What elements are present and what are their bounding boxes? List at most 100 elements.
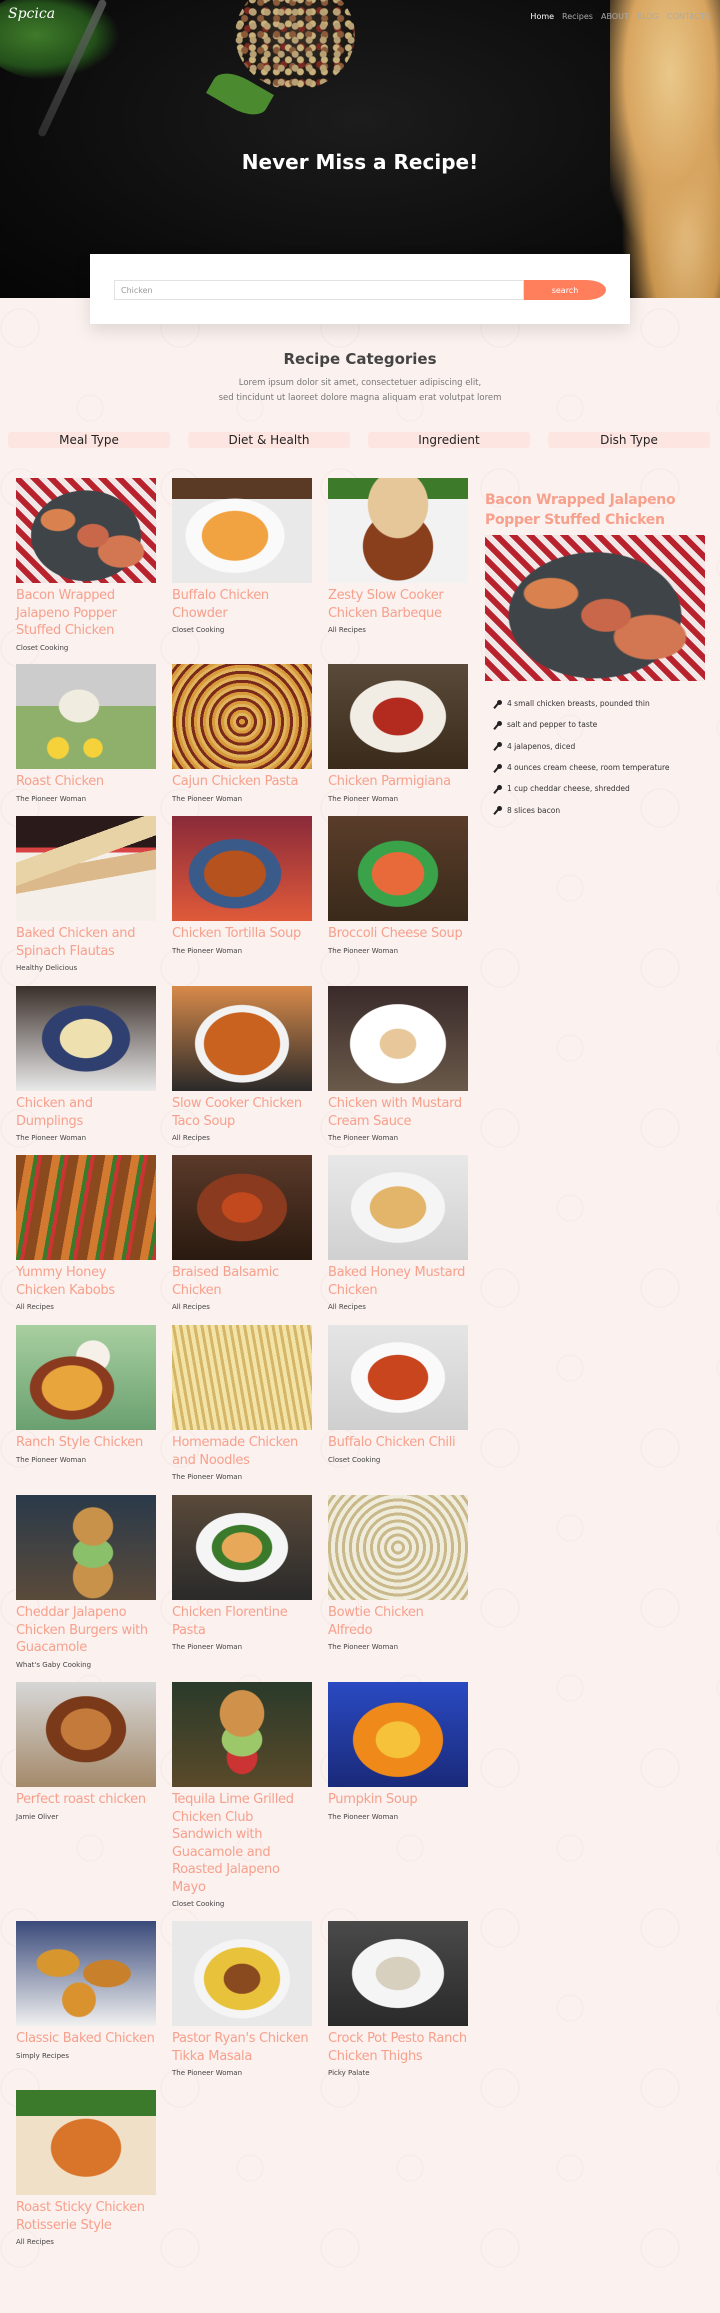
recipe-card[interactable]: Yummy Honey Chicken Kabobs All Recipes [16,1155,156,1311]
recipe-card[interactable]: Buffalo Chicken Chowder Closet Cooking [172,478,312,634]
recipe-title[interactable]: Baked Honey Mustard Chicken [328,1264,468,1299]
recipe-card[interactable]: Chicken with Mustard Cream Sauce The Pion… [328,986,468,1142]
recipe-title[interactable]: Perfect roast chicken [16,1791,156,1809]
tab-ingredient[interactable]: Ingredient [368,432,530,448]
nav-about[interactable]: ABOUT [601,12,629,21]
recipe-title[interactable]: Ranch Style Chicken [16,1434,156,1452]
recipe-thumbnail[interactable] [328,664,468,769]
recipe-title[interactable]: Chicken Tortilla Soup [172,925,312,943]
recipe-card[interactable]: Zesty Slow Cooker Chicken Barbeque All Re… [328,478,468,634]
recipe-card[interactable]: Crock Pot Pesto Ranch Chicken Thighs Pick… [328,1921,468,2077]
recipe-card[interactable]: Baked Honey Mustard Chicken All Recipes [328,1155,468,1311]
recipe-thumbnail[interactable] [328,1682,468,1787]
recipe-title[interactable]: Crock Pot Pesto Ranch Chicken Thighs [328,2030,468,2065]
recipe-thumbnail[interactable] [328,1325,468,1430]
recipe-card[interactable]: Buffalo Chicken Chili Closet Cooking [328,1325,468,1464]
recipe-thumbnail[interactable] [16,1921,156,2026]
recipe-title[interactable]: Chicken with Mustard Cream Sauce [328,1095,468,1130]
nav-blog[interactable]: BLOG [637,12,659,21]
recipe-title[interactable]: Pumpkin Soup [328,1791,468,1809]
recipe-thumbnail[interactable] [16,1325,156,1430]
recipe-card[interactable]: Ranch Style Chicken The Pioneer Woman [16,1325,156,1464]
recipe-thumbnail[interactable] [328,478,468,583]
recipe-thumbnail[interactable] [16,1155,156,1260]
featured-image[interactable] [485,535,705,681]
recipe-thumbnail[interactable] [16,478,156,583]
recipe-thumbnail[interactable] [16,816,156,921]
tab-dish-type[interactable]: Dish Type [548,432,710,448]
recipe-title[interactable]: Braised Balsamic Chicken [172,1264,312,1299]
recipe-thumbnail[interactable] [328,986,468,1091]
recipe-thumbnail[interactable] [172,1325,312,1430]
recipe-thumbnail[interactable] [172,478,312,583]
recipe-thumbnail[interactable] [172,1155,312,1260]
recipe-thumbnail[interactable] [16,1682,156,1787]
recipe-card[interactable]: Bacon Wrapped Jalapeno Popper Stuffed Ch… [16,478,156,652]
recipe-thumbnail[interactable] [16,2090,156,2195]
recipe-thumbnail[interactable] [172,1921,312,2026]
recipe-card[interactable]: Broccoli Cheese Soup The Pioneer Woman [328,816,468,955]
tab-diet-health[interactable]: Diet & Health [188,432,350,448]
search-input[interactable] [114,280,524,300]
featured-title[interactable]: Bacon Wrapped Jalapeno Popper Stuffed Ch… [485,490,710,530]
recipe-title[interactable]: Homemade Chicken and Noodles [172,1434,312,1469]
recipe-thumbnail[interactable] [328,1495,468,1600]
recipe-card[interactable]: Bowtie Chicken Alfredo The Pioneer Woman [328,1495,468,1651]
search-button[interactable]: search [524,280,606,300]
recipe-title[interactable]: Cheddar Jalapeno Chicken Burgers with Gu… [16,1604,156,1657]
recipe-card[interactable]: Chicken and Dumplings The Pioneer Woman [16,986,156,1142]
recipe-card[interactable]: Pumpkin Soup The Pioneer Woman [328,1682,468,1821]
recipe-card[interactable]: Slow Cooker Chicken Taco Soup All Recipes [172,986,312,1142]
recipe-card[interactable]: Perfect roast chicken Jamie Oliver [16,1682,156,1821]
recipe-title[interactable]: Roast Chicken [16,773,156,791]
recipe-thumbnail[interactable] [16,1495,156,1600]
recipe-title[interactable]: Chicken Florentine Pasta [172,1604,312,1639]
tab-meal-type[interactable]: Meal Type [8,432,170,448]
recipe-thumbnail[interactable] [172,816,312,921]
recipe-thumbnail[interactable] [16,986,156,1091]
recipe-card[interactable]: Braised Balsamic Chicken All Recipes [172,1155,312,1311]
recipe-card[interactable]: Classic Baked Chicken Simply Recipes [16,1921,156,2060]
nav-home[interactable]: Home [530,12,554,21]
recipe-card[interactable]: Roast Sticky Chicken Rotisserie Style All… [16,2090,156,2246]
recipe-title[interactable]: Zesty Slow Cooker Chicken Barbeque [328,587,468,622]
recipe-card[interactable]: Chicken Parmigiana The Pioneer Woman [328,664,468,803]
recipe-title[interactable]: Slow Cooker Chicken Taco Soup [172,1095,312,1130]
recipe-card[interactable]: Cajun Chicken Pasta The Pioneer Woman [172,664,312,803]
recipe-title[interactable]: Buffalo Chicken Chowder [172,587,312,622]
recipe-title[interactable]: Bowtie Chicken Alfredo [328,1604,468,1639]
site-logo[interactable]: Spcica [8,6,55,22]
recipe-title[interactable]: Chicken Parmigiana [328,773,468,791]
recipe-thumbnail[interactable] [328,1155,468,1260]
recipe-card[interactable]: Cheddar Jalapeno Chicken Burgers with Gu… [16,1495,156,1669]
recipe-title[interactable]: Yummy Honey Chicken Kabobs [16,1264,156,1299]
recipe-title[interactable]: Pastor Ryan's Chicken Tikka Masala [172,2030,312,2065]
recipe-thumbnail[interactable] [172,1495,312,1600]
recipe-thumbnail[interactable] [172,986,312,1091]
nav-recipes[interactable]: Recipes [562,12,593,21]
recipe-title[interactable]: Broccoli Cheese Soup [328,925,468,943]
recipe-card[interactable]: Pastor Ryan's Chicken Tikka Masala The Pi… [172,1921,312,2077]
recipe-card[interactable]: Roast Chicken The Pioneer Woman [16,664,156,803]
nav-contacts[interactable]: CONTACTS [667,12,710,21]
recipe-card[interactable]: Chicken Tortilla Soup The Pioneer Woman [172,816,312,955]
recipe-title[interactable]: Classic Baked Chicken [16,2030,156,2048]
recipe-title[interactable]: Cajun Chicken Pasta [172,773,312,791]
recipe-title[interactable]: Baked Chicken and Spinach Flautas [16,925,156,960]
recipe-card[interactable]: Homemade Chicken and Noodles The Pioneer … [172,1325,312,1481]
recipe-title[interactable]: Roast Sticky Chicken Rotisserie Style [16,2199,156,2234]
recipe-thumbnail[interactable] [328,1921,468,2026]
recipe-title[interactable]: Tequila Lime Grilled Chicken Club Sandwi… [172,1791,312,1896]
recipe-thumbnail[interactable] [328,816,468,921]
peppercorn-decoration [235,0,355,90]
recipe-thumbnail[interactable] [172,1682,312,1787]
recipe-title[interactable]: Bacon Wrapped Jalapeno Popper Stuffed Ch… [16,587,156,640]
recipe-card[interactable]: Baked Chicken and Spinach Flautas Healthy… [16,816,156,972]
recipe-card[interactable]: Chicken Florentine Pasta The Pioneer Woma… [172,1495,312,1651]
recipe-card[interactable]: Tequila Lime Grilled Chicken Club Sandwi… [172,1682,312,1908]
recipe-thumbnail[interactable] [16,664,156,769]
roast-chicken-photo [16,664,156,769]
recipe-title[interactable]: Buffalo Chicken Chili [328,1434,468,1452]
recipe-thumbnail[interactable] [172,664,312,769]
recipe-title[interactable]: Chicken and Dumplings [16,1095,156,1130]
